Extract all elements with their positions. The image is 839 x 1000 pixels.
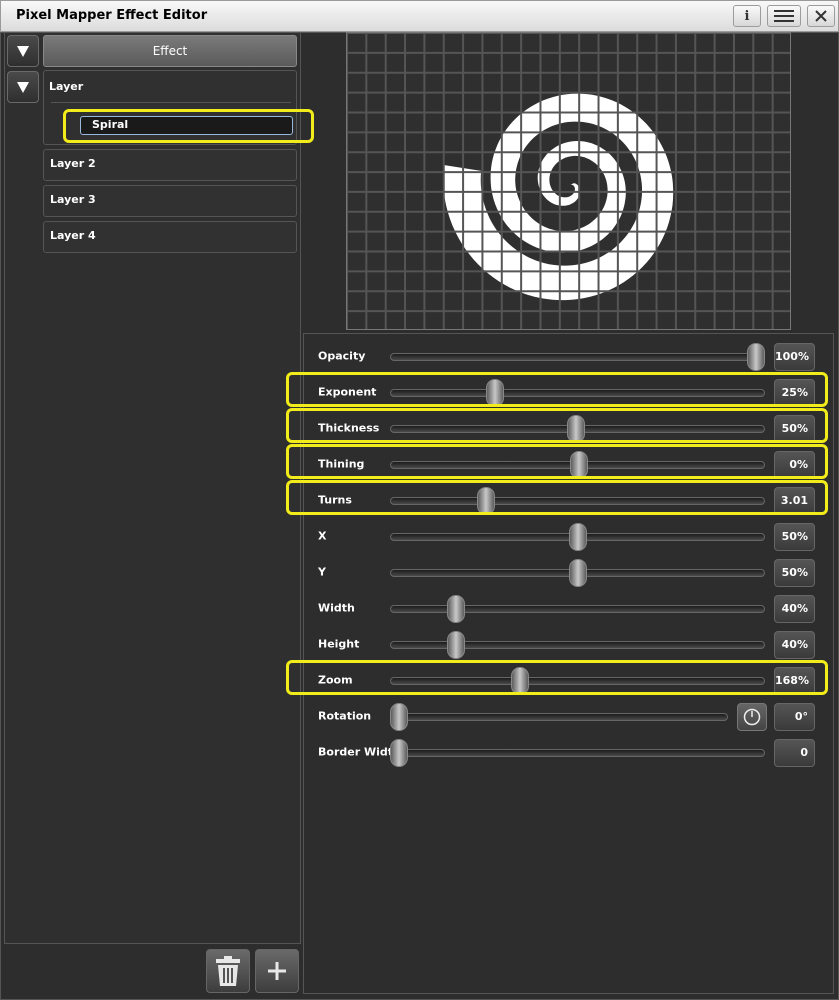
property-row-x: X 50% <box>303 519 834 555</box>
property-row-opacity: Opacity 100% <box>303 339 834 375</box>
property-value[interactable]: 50% <box>774 415 815 443</box>
property-label: Thickness <box>318 421 380 435</box>
property-value[interactable]: 0% <box>774 451 815 479</box>
property-value[interactable]: 50% <box>774 523 815 551</box>
property-label: Thining <box>318 457 365 471</box>
slider-thumb[interactable] <box>447 595 466 623</box>
property-value[interactable]: 0° <box>774 703 815 731</box>
info-button[interactable]: i <box>733 5 761 27</box>
property-value[interactable]: 0 <box>774 739 815 767</box>
property-row-rotation: Rotation 0° <box>303 699 834 735</box>
property-label: Width <box>318 601 355 615</box>
close-button[interactable] <box>807 5 835 27</box>
close-icon <box>815 10 827 22</box>
property-label: Opacity <box>318 349 366 363</box>
menu-button[interactable] <box>767 5 801 27</box>
add-layer-button[interactable] <box>255 949 299 993</box>
effect-header[interactable]: Effect <box>43 35 297 67</box>
collapse-effect-button[interactable] <box>7 35 39 67</box>
spiral-preview-image <box>347 33 790 329</box>
slider-track[interactable] <box>390 497 765 505</box>
triangle-down-icon <box>17 46 29 57</box>
layer-label: Layer <box>49 80 84 93</box>
triangle-down-icon <box>17 82 29 93</box>
property-row-width: Width 40% <box>303 591 834 627</box>
slider-thumb[interactable] <box>511 667 530 695</box>
plus-icon <box>268 962 286 980</box>
slider-track[interactable] <box>390 713 728 721</box>
slider-thumb[interactable] <box>390 739 408 767</box>
property-value[interactable]: 40% <box>774 631 815 659</box>
property-label: Zoom <box>318 673 353 687</box>
layer-item[interactable]: Layer 2 <box>43 149 297 181</box>
property-label: Rotation <box>318 709 372 723</box>
property-value[interactable]: 25% <box>774 379 815 407</box>
property-row-exponent: Exponent 25% <box>303 375 834 411</box>
slider-thumb[interactable] <box>569 451 588 479</box>
slider-thumb[interactable] <box>747 343 765 371</box>
property-value[interactable]: 50% <box>774 559 815 587</box>
property-value[interactable]: 100% <box>774 343 815 371</box>
slider-thumb[interactable] <box>486 379 505 407</box>
slider-track[interactable] <box>390 677 765 685</box>
slider-thumb[interactable] <box>447 631 466 659</box>
slider-track[interactable] <box>390 749 765 757</box>
shape-field[interactable]: Spiral <box>80 116 293 135</box>
title-bar: Pixel Mapper Effect Editor i <box>0 0 839 32</box>
slider-thumb[interactable] <box>568 559 587 587</box>
layer-item[interactable]: Layer 4 <box>43 221 297 253</box>
slider-thumb[interactable] <box>567 415 586 443</box>
property-label: Height <box>318 637 360 651</box>
rotation-mode-button[interactable] <box>737 703 767 731</box>
property-row-y: Y 50% <box>303 555 834 591</box>
property-value[interactable]: 168% <box>774 667 815 695</box>
slider-thumb[interactable] <box>568 523 587 551</box>
property-row-thickness: Thickness 50% <box>303 411 834 447</box>
property-row-turns: Turns 3.01 <box>303 483 834 519</box>
info-icon: i <box>744 8 750 24</box>
spiral-shape <box>443 93 674 301</box>
delete-layer-button[interactable] <box>206 949 250 993</box>
collapse-layer-button[interactable] <box>7 71 39 103</box>
property-label: Exponent <box>318 385 377 399</box>
slider-thumb[interactable] <box>390 703 408 731</box>
slider-track[interactable] <box>390 353 765 361</box>
property-value[interactable]: 3.01 <box>774 487 815 515</box>
divider <box>51 102 291 103</box>
property-value[interactable]: 40% <box>774 595 815 623</box>
property-row-height: Height 40% <box>303 627 834 663</box>
property-label: Turns <box>318 493 352 507</box>
menu-icon <box>774 10 794 22</box>
property-label: X <box>318 529 327 543</box>
layer-item[interactable]: Layer 3 <box>43 185 297 217</box>
window-title: Pixel Mapper Effect Editor <box>16 8 208 23</box>
slider-track[interactable] <box>390 389 765 397</box>
property-row-zoom: Zoom 168% <box>303 663 834 699</box>
clock-icon <box>743 708 761 726</box>
trash-icon <box>216 956 240 986</box>
slider-thumb[interactable] <box>476 487 495 515</box>
effect-preview <box>346 32 791 330</box>
property-row-thining: Thining 0% <box>303 447 834 483</box>
property-label: Border Width <box>318 745 401 759</box>
property-row-border-width: Border Width 0 <box>303 735 834 771</box>
property-label: Y <box>318 565 326 579</box>
